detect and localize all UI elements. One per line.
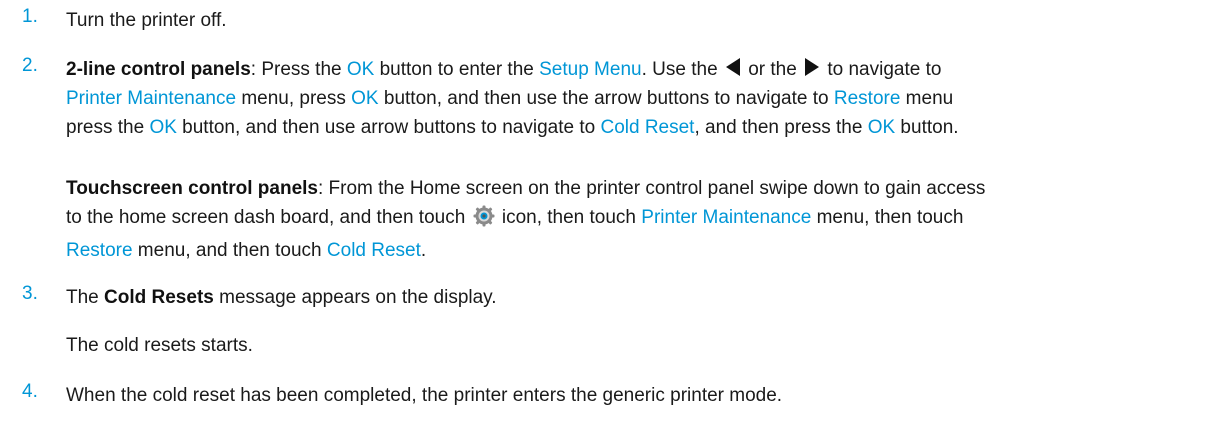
printer-maintenance-term: Printer Maintenance xyxy=(641,207,812,228)
ok-term: OK xyxy=(149,117,177,138)
text-run: icon, then touch xyxy=(496,207,642,228)
text-run: button, and then use the arrow buttons t… xyxy=(378,88,834,109)
restore-term: Restore xyxy=(66,240,133,261)
text-run: menu, and then touch xyxy=(132,240,327,261)
cold-reset-term: Cold Reset xyxy=(600,117,695,138)
step-number: 1. xyxy=(22,6,38,27)
cold-resets-message: Cold Resets xyxy=(104,287,214,308)
text-run: menu, then touch xyxy=(811,207,964,228)
step-number: 2. xyxy=(22,55,38,76)
touchscreen-control-panels-paragraph: Touchscreen control panels: From the Hom… xyxy=(66,174,1201,265)
step-text: When the cold reset has been completed, … xyxy=(66,381,1201,410)
step-text: The Cold Resets message appears on the d… xyxy=(66,283,1201,312)
text-run: . xyxy=(420,240,427,261)
text-run: message appears on the display. xyxy=(213,287,497,308)
step-text: Turn the printer off. xyxy=(66,6,1201,35)
step-number: 4. xyxy=(22,381,38,402)
text-run: menu xyxy=(900,88,954,109)
step-4-text: When the cold reset has been completed, … xyxy=(66,385,783,406)
text-run: button to enter the xyxy=(374,59,540,80)
ok-term: OK xyxy=(346,59,375,80)
text-run: press the xyxy=(66,117,150,138)
step-subtext: The cold resets starts. xyxy=(66,331,1201,360)
text-run: , and then press the xyxy=(694,117,868,138)
step-1-text: Turn the printer off. xyxy=(66,10,227,31)
ok-term: OK xyxy=(351,88,379,109)
text-run: button, and then use arrow buttons to na… xyxy=(176,117,601,138)
printer-maintenance-term: Printer Maintenance xyxy=(66,88,237,109)
two-line-control-panels-paragraph: 2-line control panels: Press the OK butt… xyxy=(66,55,1201,142)
text-run: The xyxy=(66,287,105,308)
text-run: menu, press xyxy=(236,88,352,109)
setup-menu-term: Setup Menu xyxy=(539,59,642,80)
left-arrow-icon xyxy=(725,58,740,76)
cold-resets-starts-text: The cold resets starts. xyxy=(66,335,253,356)
two-line-heading: 2-line control panels xyxy=(66,59,251,80)
ok-term: OK xyxy=(867,117,896,138)
step-number: 3. xyxy=(22,283,38,304)
text-run: . Use the xyxy=(641,59,723,80)
restore-term: Restore xyxy=(833,88,901,109)
text-run: to navigate to xyxy=(822,59,942,80)
settings-gear-icon xyxy=(473,205,495,236)
text-run: : From the Home screen on the printer co… xyxy=(317,178,986,199)
text-run: button. xyxy=(895,117,959,138)
text-run: to the home screen dash board, and then … xyxy=(66,207,471,228)
touchscreen-heading: Touchscreen control panels xyxy=(66,178,318,199)
text-run: or the xyxy=(742,59,803,80)
cold-reset-term: Cold Reset xyxy=(326,240,421,261)
text-run: : Press the xyxy=(250,59,347,80)
right-arrow-icon xyxy=(805,58,820,76)
